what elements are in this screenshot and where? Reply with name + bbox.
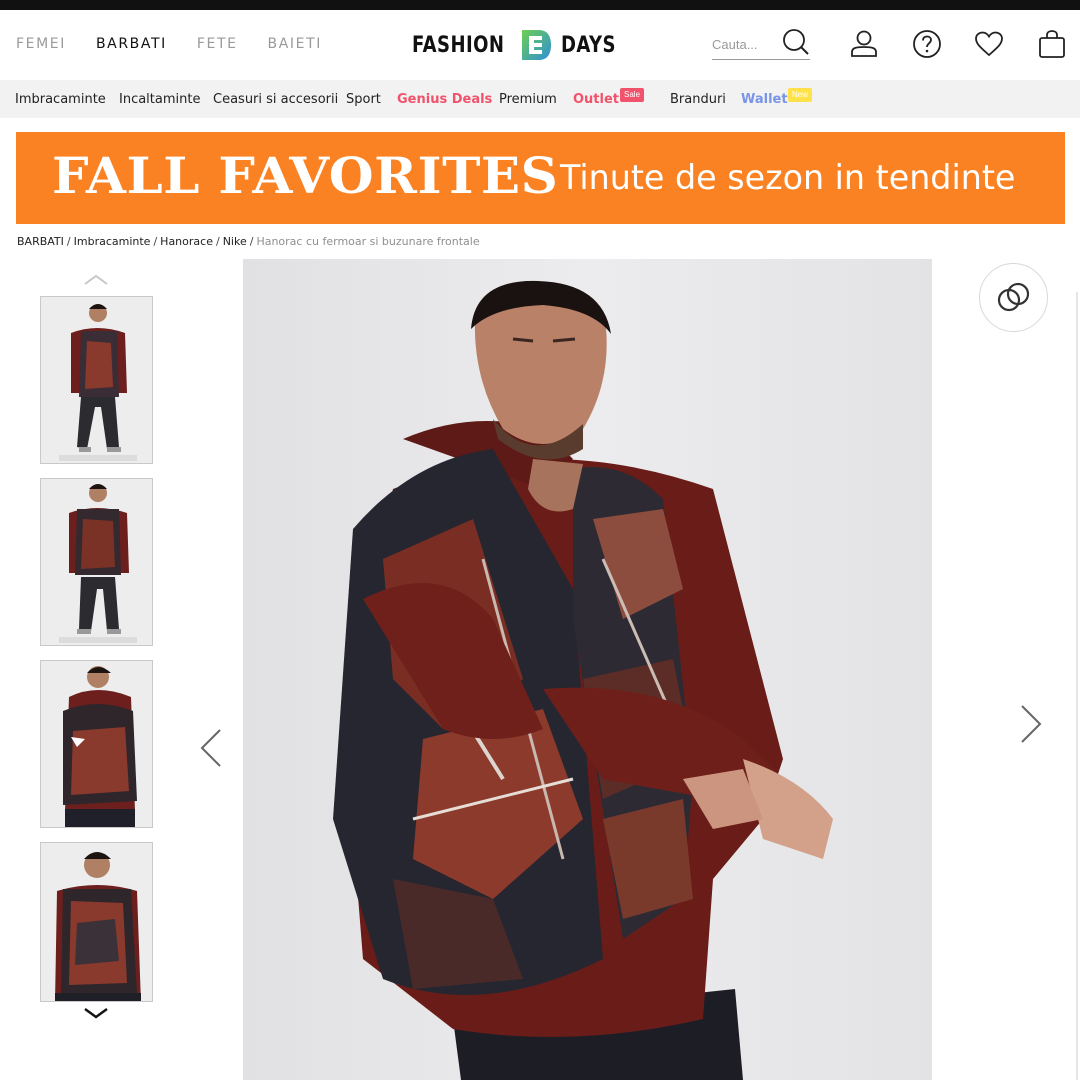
chevron-down-icon[interactable] — [82, 1004, 110, 1022]
chevron-up-icon[interactable] — [82, 270, 110, 288]
category-nav: Imbracaminte Incaltaminte Ceasuri si acc… — [0, 80, 1080, 118]
search-icon[interactable] — [782, 28, 810, 56]
sale-badge: Sale — [620, 88, 645, 102]
category-premium[interactable]: Premium — [499, 92, 557, 107]
similar-products-button[interactable] — [979, 263, 1048, 332]
gender-tab-fete[interactable]: FETE — [197, 36, 238, 52]
bag-icon[interactable] — [1036, 28, 1068, 60]
breadcrumb: BARBATI / Imbracaminte / Hanorace / Nike / Hanor… — [17, 235, 480, 248]
category-incaltaminte[interactable]: Incaltaminte — [119, 92, 200, 107]
link-rings-icon — [994, 278, 1034, 318]
logo-word-fashion: FASHION — [412, 32, 505, 58]
gallery-thumbnail[interactable] — [40, 660, 153, 828]
logo-mark-icon — [519, 28, 553, 62]
banner-subtitle: Tinute de sezon in tendinte — [560, 158, 1016, 198]
category-genius-deals[interactable]: Genius Deals — [397, 92, 492, 107]
category-sport[interactable]: Sport — [346, 92, 381, 107]
category-imbracaminte[interactable]: Imbracaminte — [15, 92, 106, 107]
top-strip — [0, 0, 1080, 10]
gender-tab-barbati[interactable]: BARBATI — [96, 36, 167, 52]
new-badge: New — [788, 88, 813, 102]
breadcrumb-link-hanorace[interactable]: Hanorace — [160, 235, 213, 248]
breadcrumb-separator: / — [215, 235, 220, 248]
gender-nav: FEMEI BARBATI FETE BAIETI — [16, 36, 322, 52]
breadcrumb-link-imbracaminte[interactable]: Imbracaminte — [74, 235, 151, 248]
breadcrumb-link-barbati[interactable]: BARBATI — [17, 235, 64, 248]
breadcrumb-separator: / — [66, 235, 71, 248]
heart-icon[interactable] — [973, 28, 1005, 60]
gallery-thumbnail[interactable] — [40, 478, 153, 646]
site-header: FEMEI BARBATI FETE BAIETI FASHION DAYS C… — [0, 10, 1080, 80]
chevron-right-icon[interactable] — [1014, 700, 1046, 748]
category-outlet[interactable]: Outlet — [573, 92, 619, 107]
gallery-thumbnail[interactable] — [40, 296, 153, 464]
main-product-image[interactable] — [243, 259, 932, 1080]
gender-tab-baieti[interactable]: BAIETI — [268, 36, 322, 52]
user-icon[interactable] — [848, 28, 880, 60]
category-wallet[interactable]: Wallet — [741, 92, 788, 107]
gallery-thumbnail[interactable] — [40, 842, 153, 1002]
category-ceasuri-accesorii[interactable]: Ceasuri si accesorii — [213, 92, 338, 107]
breadcrumb-link-nike[interactable]: Nike — [223, 235, 247, 248]
search-box — [712, 28, 810, 60]
breadcrumb-separator: / — [153, 235, 158, 248]
page-edge-divider — [1076, 292, 1078, 1080]
promo-banner[interactable]: FALL FAVORITES Tinute de sezon in tendin… — [16, 132, 1065, 224]
category-branduri[interactable]: Branduri — [670, 92, 726, 107]
breadcrumb-current: Hanorac cu fermoar si buzunare frontale — [256, 235, 480, 248]
breadcrumb-separator: / — [249, 235, 254, 248]
help-icon[interactable] — [911, 28, 943, 60]
search-input[interactable] — [712, 34, 778, 54]
site-logo[interactable]: FASHION DAYS — [412, 28, 622, 62]
logo-word-days: DAYS — [560, 32, 616, 58]
banner-title: FALL FAVORITES — [52, 146, 559, 205]
chevron-left-icon[interactable] — [196, 724, 228, 772]
gender-tab-femei[interactable]: FEMEI — [16, 36, 66, 52]
